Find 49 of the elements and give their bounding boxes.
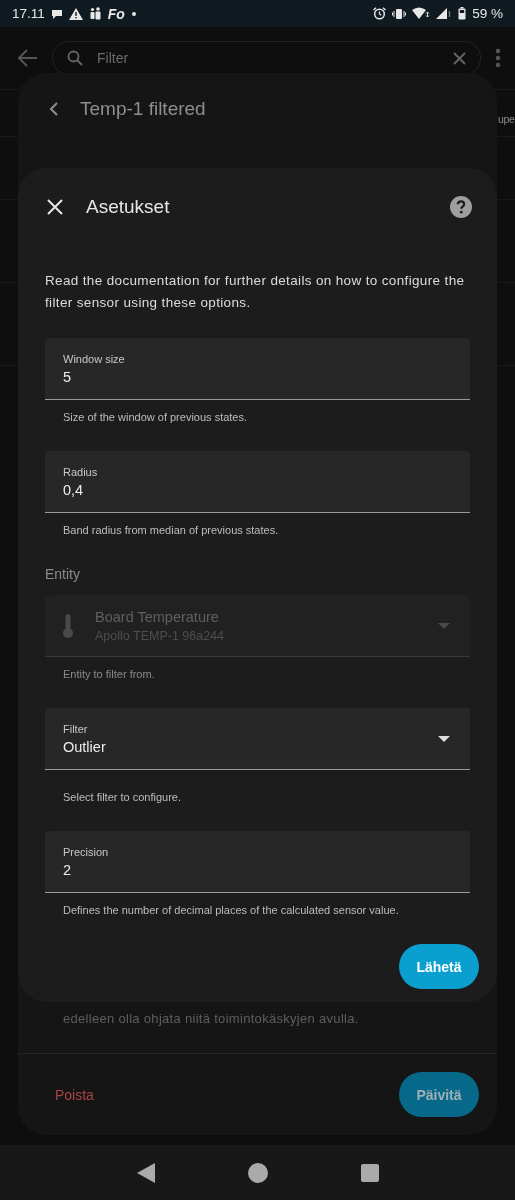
dropdown-caret-icon	[438, 622, 450, 629]
field-label: Filter	[63, 722, 89, 735]
description-text: Read the documentation for further details on how to configure the filter sensor using these options.	[45, 272, 466, 312]
info-text: edelleen olla ohjata niitä toimintokäskyjen avulla.	[62, 1011, 360, 1027]
vibrate-icon	[392, 7, 407, 20]
battery-icon	[458, 7, 467, 20]
field-value: Board Temperature	[95, 608, 220, 625]
alarm-icon	[373, 7, 387, 20]
overview-square-icon[interactable]	[360, 1163, 379, 1182]
helper-text: Select filter to configure.	[62, 790, 182, 805]
helper-text: Entity to filter from.	[62, 667, 156, 682]
home-circle-icon[interactable]	[247, 1162, 268, 1183]
field-value: 2	[63, 861, 73, 878]
text-field[interactable]: Window size 5	[45, 338, 470, 400]
more-icon[interactable]	[495, 48, 501, 68]
select-field[interactable]: Filter Outlier	[45, 708, 470, 770]
field-label: Precision	[63, 845, 109, 858]
wifi-icon	[412, 7, 431, 20]
search-field[interactable]: Filter	[52, 41, 481, 75]
chat-bubble-icon	[50, 7, 63, 20]
warning-icon	[68, 7, 83, 20]
field-value: 5	[63, 368, 73, 385]
notification-app-label: Fo	[107, 5, 125, 22]
list-item-text: upe	[498, 113, 515, 125]
battery-percentage: 59 %	[472, 6, 503, 21]
help-icon[interactable]	[450, 196, 472, 218]
field-label: Window size	[63, 352, 125, 365]
people-icon	[88, 7, 102, 20]
field-value: 0,4	[63, 481, 85, 498]
clock-time: 17.11	[12, 6, 45, 21]
text-field[interactable]: Radius 0,4	[45, 451, 470, 513]
signal-icon	[436, 7, 453, 20]
thermometer-icon	[63, 613, 73, 638]
section-heading: Entity	[45, 565, 81, 584]
field-label: Radius	[63, 465, 98, 478]
helper-text: Defines the number of decimal places of the calculated sensor value.	[62, 903, 400, 918]
back-triangle-icon[interactable]	[136, 1162, 155, 1183]
back-arrow-icon[interactable]	[18, 49, 38, 67]
search-placeholder: Filter	[97, 50, 130, 66]
search-icon	[67, 50, 83, 66]
dropdown-caret-icon	[438, 735, 450, 742]
dialog-title: Temp-1 filtered	[80, 98, 206, 120]
helper-text: Size of the window of previous states.	[62, 410, 249, 425]
field-value: Outlier	[63, 738, 106, 755]
helper-text: Band radius from median of previous states.	[62, 523, 280, 538]
dot-icon	[130, 10, 137, 17]
back-chevron-icon[interactable]	[49, 102, 59, 116]
text-field[interactable]: Precision 2	[45, 831, 470, 893]
dialog-title: Asetukset	[86, 196, 171, 218]
